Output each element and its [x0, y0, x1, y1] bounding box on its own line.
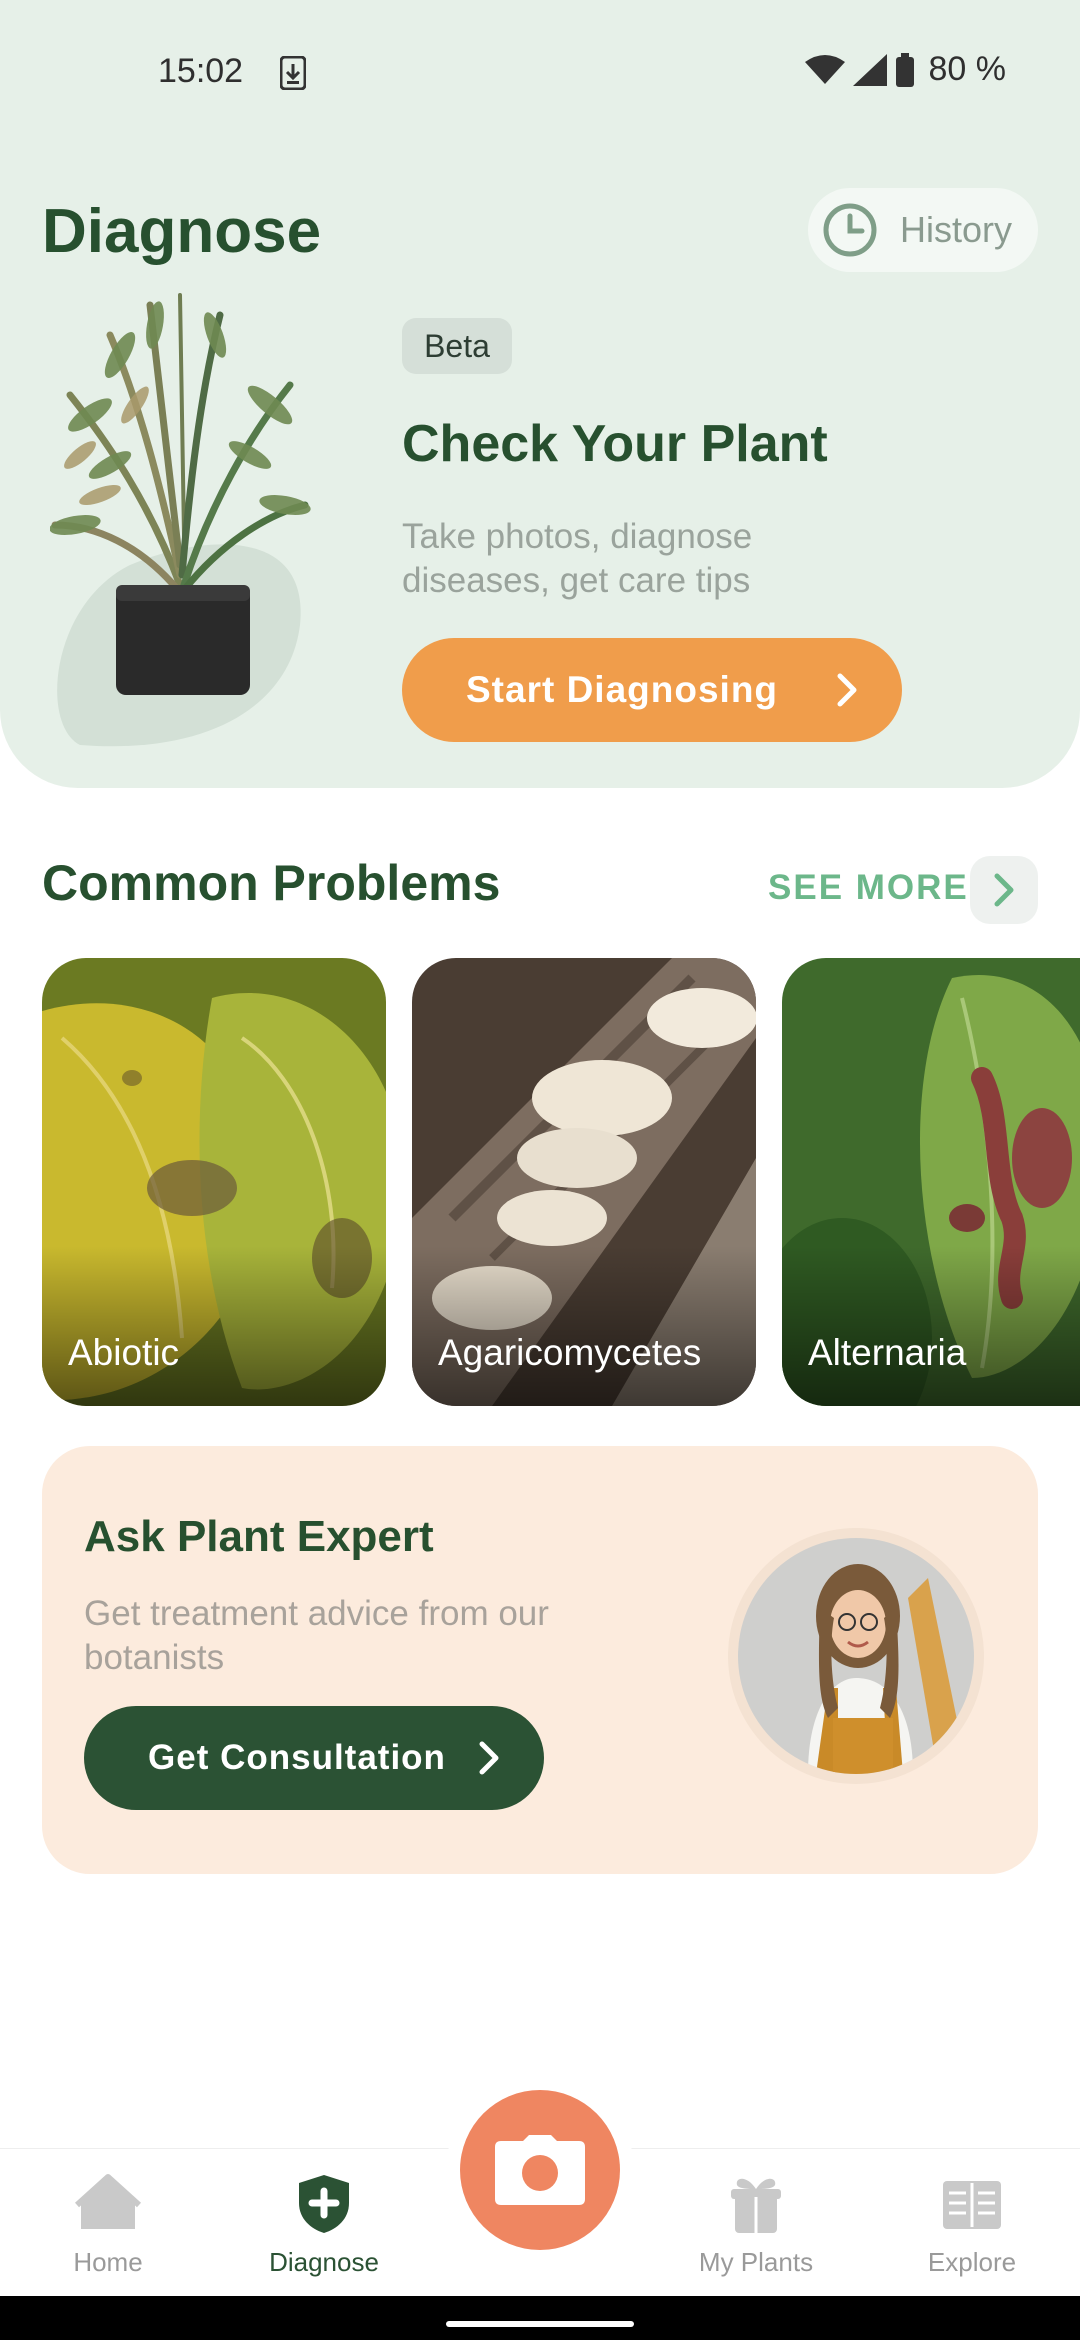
nav-diagnose[interactable]: Diagnose: [244, 2171, 404, 2278]
nav-label: My Plants: [698, 2247, 814, 2277]
nav-label: Explore: [927, 2247, 1017, 2277]
wifi-icon: [804, 54, 845, 84]
chevron-right-icon: [994, 873, 1014, 907]
home-icon: [75, 2174, 141, 2229]
system-gesture-bar: [0, 2296, 1080, 2340]
battery-percent: 80 %: [928, 50, 1007, 88]
expert-subtitle: Get treatment advice from our botanists: [84, 1594, 549, 1677]
home-gesture-handle[interactable]: [446, 2321, 634, 2327]
nav-explore[interactable]: Explore: [892, 2171, 1052, 2278]
hero-subtitle: Take photos, diagnose diseases, get care…: [402, 517, 753, 600]
download-notification-icon: [280, 56, 306, 90]
hero-title: Check Your Plant: [402, 415, 828, 473]
see-more-link[interactable]: SEE MORE: [768, 868, 969, 908]
camera-icon: [495, 2135, 585, 2205]
signal-icon: [852, 53, 887, 86]
expert-avatar: [738, 1538, 974, 1774]
start-diagnosing-label: Start Diagnosing: [466, 669, 779, 710]
book-icon: [943, 2181, 1001, 2229]
page-title: Diagnose: [42, 197, 322, 266]
get-consultation-button[interactable]: Get Consultation: [84, 1706, 544, 1810]
expert-avatar-ring: [728, 1528, 984, 1784]
plant-illustration: [50, 293, 311, 747]
gift-plant-icon: [731, 2178, 781, 2233]
nav-home[interactable]: Home: [28, 2171, 188, 2278]
problem-card-label: Abiotic: [68, 1332, 180, 1373]
start-diagnosing-button[interactable]: Start Diagnosing: [402, 638, 902, 742]
beta-badge: Beta: [402, 318, 512, 374]
common-problems-title: Common Problems: [42, 855, 501, 911]
nav-my-plants[interactable]: My Plants: [676, 2171, 836, 2278]
problem-cards-carousel[interactable]: Abiotic Agaricomycetes Alternaria: [42, 958, 1080, 1406]
see-more-button[interactable]: [970, 856, 1038, 924]
chevron-right-icon: [479, 1741, 499, 1775]
problem-card-agaricomycetes[interactable]: Agaricomycetes: [412, 958, 756, 1406]
nav-label: Diagnose: [269, 2247, 379, 2277]
clock-icon: [823, 203, 877, 257]
history-label: History: [900, 209, 1013, 250]
camera-button[interactable]: [460, 2090, 620, 2250]
expert-title: Ask Plant Expert: [84, 1512, 434, 1561]
problem-card-label: Agaricomycetes: [438, 1332, 702, 1373]
status-indicators: 80 %: [804, 50, 1007, 89]
problem-card-abiotic[interactable]: Abiotic: [42, 958, 386, 1406]
nav-label: Home: [73, 2247, 143, 2277]
problem-card-alternaria[interactable]: Alternaria: [782, 958, 1080, 1406]
get-consultation-label: Get Consultation: [148, 1738, 446, 1777]
ask-expert-card: Ask Plant Expert Get treatment advice fr…: [42, 1446, 1038, 1874]
shield-plus-icon: [299, 2175, 349, 2233]
battery-icon: [895, 52, 914, 87]
status-bar: 15:02 80 %: [0, 0, 1080, 150]
chevron-right-icon: [837, 673, 857, 707]
history-button[interactable]: History: [808, 188, 1038, 272]
problem-card-label: Alternaria: [808, 1332, 967, 1373]
status-time: 15:02: [158, 52, 244, 90]
